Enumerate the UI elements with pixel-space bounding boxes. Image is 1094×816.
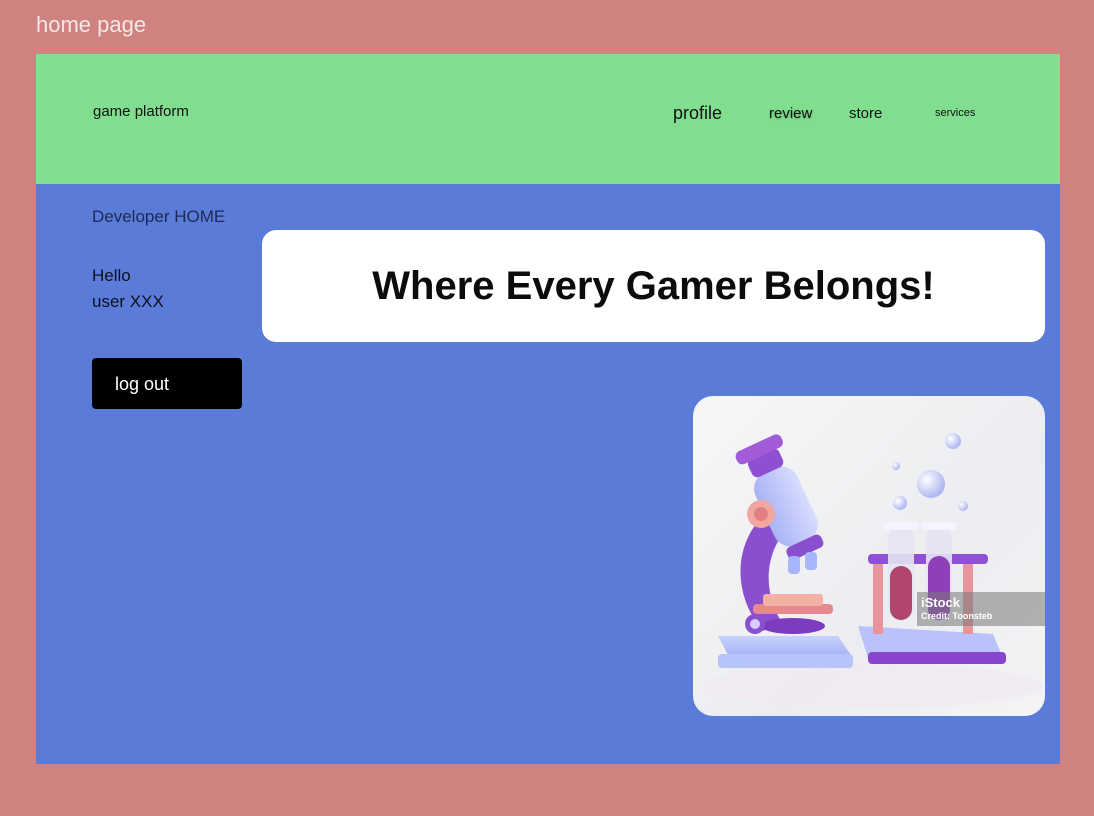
hero-banner: Where Every Gamer Belongs! xyxy=(262,230,1045,342)
brand-name[interactable]: game platform xyxy=(93,103,189,120)
greeting-line: Hello xyxy=(92,266,131,285)
lab-illustration-image: iStock Credit: Toonsteb xyxy=(693,396,1045,716)
user-greeting: Hello user XXX xyxy=(92,263,164,315)
watermark-brand: iStock xyxy=(921,595,961,610)
username-line: user XXX xyxy=(92,292,164,311)
home-page-frame: game platform profile review store servi… xyxy=(36,54,1060,764)
logout-button[interactable]: log out xyxy=(92,358,242,409)
nav-review[interactable]: review xyxy=(769,105,812,122)
hero-title: Where Every Gamer Belongs! xyxy=(372,263,935,308)
nav-store[interactable]: store xyxy=(849,105,882,122)
developer-home-heading: Developer HOME xyxy=(92,207,226,226)
nav-profile[interactable]: profile xyxy=(673,103,722,124)
top-navbar: game platform profile review store servi… xyxy=(36,54,1060,184)
frame-title: home page xyxy=(36,12,147,37)
watermark-credit: Credit: Toonsteb xyxy=(921,611,993,621)
stock-watermark: iStock Credit: Toonsteb xyxy=(917,592,1045,626)
nav-services[interactable]: services xyxy=(935,107,975,119)
microscope-illustration xyxy=(703,433,1043,708)
